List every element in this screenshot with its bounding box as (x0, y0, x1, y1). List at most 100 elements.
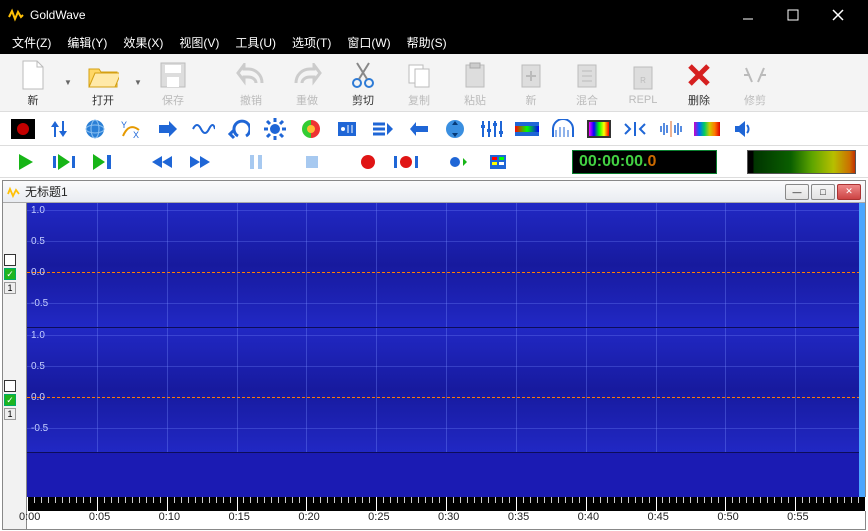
wave-icon[interactable] (190, 116, 216, 142)
minimize-button[interactable] (725, 0, 770, 30)
selection-end-handle[interactable] (859, 203, 865, 497)
channel-enable-left[interactable]: ✓ (4, 268, 16, 280)
arch-icon[interactable] (550, 116, 576, 142)
new-button[interactable]: 新 (6, 56, 60, 110)
menu-window[interactable]: 窗口(W) (339, 32, 398, 53)
mix-button[interactable]: 混合 (560, 56, 614, 110)
close-button[interactable] (815, 0, 860, 30)
svg-text:Y: Y (121, 120, 127, 130)
play-selection-button[interactable] (50, 149, 78, 175)
paste-button[interactable]: 粘贴 (448, 56, 502, 110)
new-dropdown[interactable]: ▼ (62, 58, 74, 108)
time-label-0:10: 0:10 (159, 511, 180, 523)
stop-button[interactable] (298, 149, 326, 175)
record-disabled-icon[interactable] (10, 116, 36, 142)
document-titlebar: 无标题1 — □ ✕ (3, 181, 865, 203)
menubar: 文件(Z) 编辑(Y) 效果(X) 视图(V) 工具(U) 选项(T) 窗口(W… (0, 30, 868, 54)
arrow-right-bold-icon[interactable] (154, 116, 180, 142)
play-to-end-button[interactable] (88, 149, 116, 175)
record-button[interactable] (354, 149, 382, 175)
circle-arrows-icon[interactable] (442, 116, 468, 142)
rewind-button[interactable] (148, 149, 176, 175)
time-label-0:30: 0:30 (438, 511, 459, 523)
trim-button[interactable]: 修剪 (728, 56, 782, 110)
color-swirl-icon[interactable] (298, 116, 324, 142)
slider-panel-icon[interactable] (334, 116, 360, 142)
repl-button[interactable]: R REPL (616, 56, 670, 110)
channel-number-right: 1 (4, 408, 16, 420)
bars-right-icon[interactable] (370, 116, 396, 142)
pause-button[interactable] (242, 149, 270, 175)
equalizer-icon[interactable] (478, 116, 504, 142)
forward-button[interactable] (186, 149, 214, 175)
properties-icon[interactable] (484, 149, 512, 175)
undo-button[interactable]: 撤销 (224, 56, 278, 110)
doc-maximize-button[interactable]: □ (811, 184, 835, 200)
xy-curve-icon[interactable]: YX (118, 116, 144, 142)
new2-button[interactable]: 新 (504, 56, 558, 110)
waveform-mirror-icon[interactable] (658, 116, 684, 142)
undo-arc-icon[interactable] (226, 116, 252, 142)
menu-edit[interactable]: 编辑(Y) (59, 32, 115, 53)
document-icon (7, 185, 21, 199)
doc-minimize-button[interactable]: — (785, 184, 809, 200)
cut-button[interactable]: 剪切 (336, 56, 390, 110)
waveform-track-right[interactable]: 1.0 0.5 0.0 -0.5 (27, 328, 865, 453)
time-label-0:45: 0:45 (648, 511, 669, 523)
delete-label: 删除 (688, 92, 710, 108)
copy-button[interactable]: 复制 (392, 56, 446, 110)
waveform-track-left[interactable]: 1.0 0.5 0.0 -0.5 (27, 203, 865, 328)
redo-button[interactable]: 重做 (280, 56, 334, 110)
rainbow-strip-icon[interactable] (694, 116, 720, 142)
speaker-icon[interactable] (730, 116, 756, 142)
repl-label: REPL (629, 94, 658, 106)
menu-file[interactable]: 文件(Z) (4, 32, 59, 53)
channel-marker-left[interactable] (4, 254, 16, 266)
spectrum-bar-icon[interactable] (514, 116, 540, 142)
channel-enable-right[interactable]: ✓ (4, 394, 16, 406)
track-gutter: ✓ 1 ✓ 1 (3, 203, 27, 497)
doc-close-button[interactable]: ✕ (837, 184, 861, 200)
arrows-vertical-icon[interactable] (46, 116, 72, 142)
timeline-ruler[interactable] (27, 497, 865, 511)
delete-button[interactable]: 删除 (672, 56, 726, 110)
time-label-0:20: 0:20 (298, 511, 319, 523)
waveform-tracks[interactable]: 1.0 0.5 0.0 -0.5 1.0 0.5 0.0 -0.5 (27, 203, 865, 497)
play-button[interactable] (12, 149, 40, 175)
maximize-button[interactable] (770, 0, 815, 30)
gear-icon[interactable] (262, 116, 288, 142)
amp-label-0.0-r: 0.0 (31, 392, 45, 403)
svg-text:R: R (640, 76, 646, 85)
redo-label: 重做 (296, 92, 318, 108)
rainbow-block-icon[interactable] (586, 116, 612, 142)
menu-options[interactable]: 选项(T) (284, 32, 339, 53)
time-labels: 0:000:050:100:150:200:250:300:350:400:45… (27, 511, 865, 529)
window-titlebar: GoldWave (0, 0, 868, 30)
open-button[interactable]: 打开 (76, 56, 130, 110)
new2-label: 新 (526, 92, 537, 108)
record-selection-button[interactable] (392, 149, 420, 175)
arrow-left-icon[interactable] (406, 116, 432, 142)
globe-icon[interactable] (82, 116, 108, 142)
time-fraction: 0 (648, 153, 657, 171)
document-title: 无标题1 (25, 183, 783, 200)
menu-effect[interactable]: 效果(X) (115, 32, 171, 53)
menu-help[interactable]: 帮助(S) (399, 32, 455, 53)
waveform-area: ✓ 1 ✓ 1 1.0 0.5 0.0 -0.5 1.0 0.5 0.0 -0.… (3, 203, 865, 497)
trim-label: 修剪 (744, 92, 766, 108)
app-title: GoldWave (30, 8, 725, 22)
level-meter (747, 150, 856, 174)
channel-marker-right[interactable] (4, 380, 16, 392)
compress-horizontal-icon[interactable] (622, 116, 648, 142)
open-dropdown[interactable]: ▼ (132, 58, 144, 108)
time-label-0:50: 0:50 (717, 511, 738, 523)
toolbar-main: 新 ▼ 打开 ▼ 保存 撤销 重做 剪切 复制 粘贴 新 混合 R REPL 删除… (0, 54, 868, 112)
svg-text:X: X (133, 130, 139, 140)
time-label-0:35: 0:35 (508, 511, 529, 523)
loop-toggle-icon[interactable] (446, 149, 474, 175)
cut-label: 剪切 (352, 92, 374, 108)
menu-tool[interactable]: 工具(U) (227, 32, 284, 53)
save-button[interactable]: 保存 (146, 56, 200, 110)
menu-view[interactable]: 视图(V) (171, 32, 227, 53)
time-display: 00:00:00.0 (572, 150, 717, 174)
